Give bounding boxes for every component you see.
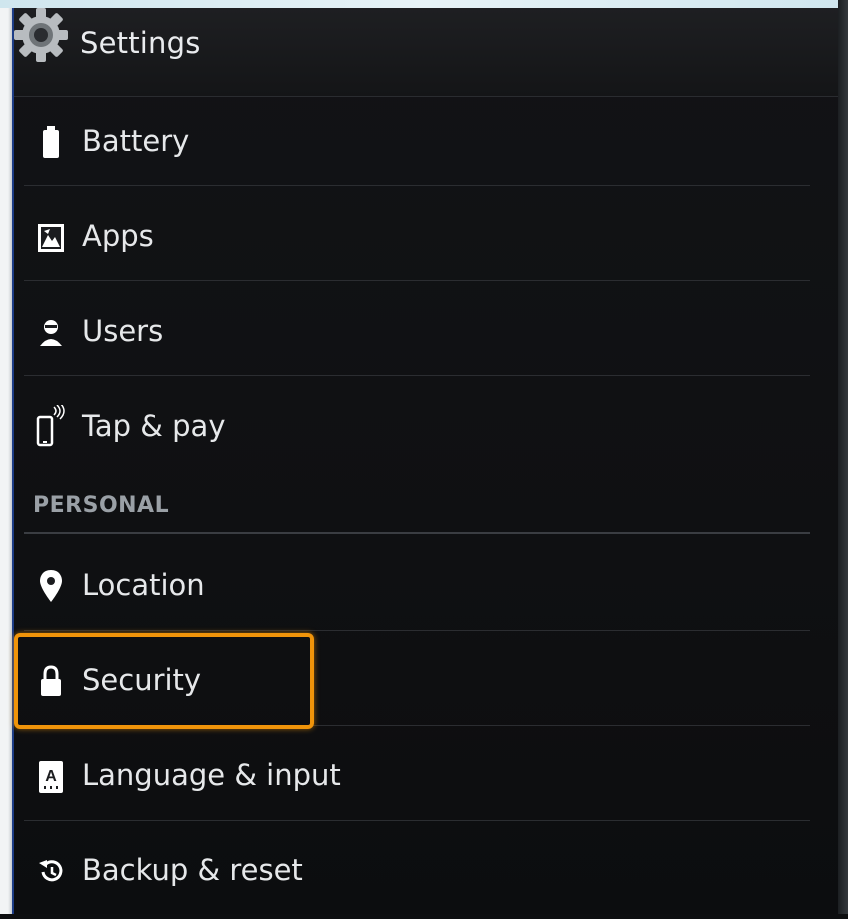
settings-screen: Settings Battery Apps Users Tap & pay PE… <box>14 8 838 914</box>
svg-text:A: A <box>45 768 57 785</box>
user-icon <box>40 320 62 346</box>
divider <box>24 630 810 631</box>
divider <box>24 280 810 281</box>
settings-item-label: Backup & reset <box>82 853 303 887</box>
backup-restore-icon <box>39 860 63 882</box>
apps-icon <box>38 224 64 252</box>
settings-item-label: Apps <box>82 219 154 253</box>
location-pin-icon <box>40 570 62 602</box>
settings-item-label: Battery <box>82 124 190 158</box>
nfc-phone-icon <box>36 405 65 447</box>
battery-icon <box>43 126 59 158</box>
settings-item-language-input[interactable]: A Language & input <box>24 730 810 824</box>
settings-item-security[interactable]: Security <box>24 635 810 729</box>
settings-item-tap-and-pay[interactable]: Tap & pay <box>24 381 810 475</box>
settings-item-label: Tap & pay <box>82 409 226 443</box>
keyboard-a-icon: A <box>39 761 63 793</box>
settings-item-location[interactable]: Location <box>24 540 810 634</box>
app-title: Settings <box>80 26 201 60</box>
window-right-border <box>838 0 848 914</box>
action-bar: Settings <box>14 8 838 97</box>
settings-item-label: Language & input <box>82 758 341 792</box>
gear-icon[interactable] <box>12 6 70 64</box>
divider <box>24 185 810 186</box>
settings-item-battery[interactable]: Battery <box>24 96 810 190</box>
settings-item-label: Users <box>82 314 164 348</box>
section-divider <box>24 532 810 534</box>
divider <box>24 375 810 376</box>
settings-item-users[interactable]: Users <box>24 286 810 380</box>
divider <box>24 820 810 821</box>
window-top-border <box>0 0 848 8</box>
divider <box>24 725 810 726</box>
window-left-border <box>0 8 12 914</box>
settings-item-apps[interactable]: Apps <box>24 191 810 285</box>
settings-item-label: Security <box>82 663 202 697</box>
settings-item-backup-reset[interactable]: Backup & reset <box>24 825 810 919</box>
section-header-personal: PERSONAL <box>33 493 170 518</box>
lock-icon <box>41 665 61 696</box>
settings-item-label: Location <box>82 568 205 602</box>
